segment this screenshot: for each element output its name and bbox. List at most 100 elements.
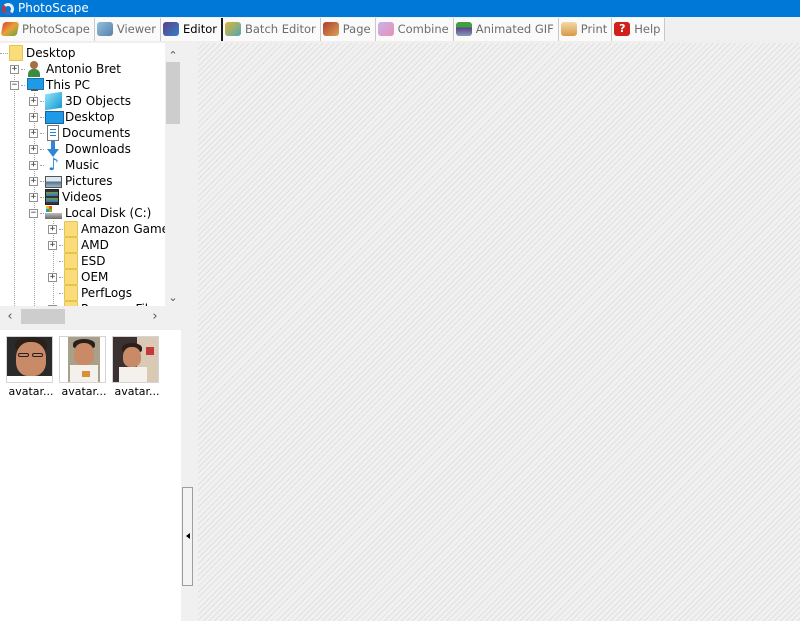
tree-node-label: Amazon Games — [81, 222, 165, 236]
tree-node-pictures[interactable]: + Pictures — [29, 173, 113, 189]
tab-print[interactable]: Print — [558, 17, 613, 41]
scroll-left-icon[interactable]: ‹ — [2, 306, 18, 328]
tree-node-antonio-bret[interactable]: + Antonio Bret — [10, 61, 121, 77]
left-panel: Desktop + Antonio Bret − This PC + 3D Ob… — [0, 43, 181, 621]
tab-photoscape[interactable]: PhotoScape — [0, 17, 95, 41]
folder-icon — [64, 221, 78, 237]
tree-horizontal-scrollbar[interactable]: ‹ › — [0, 306, 165, 328]
expand-plus-icon[interactable]: + — [29, 144, 38, 154]
expand-plus-icon[interactable]: + — [29, 160, 38, 170]
tree-node-esd[interactable]: ESD — [48, 253, 105, 269]
tab-editor[interactable]: Editor — [160, 17, 223, 41]
main-tab-bar: PhotoScape Viewer Editor Batch Editor Pa… — [0, 17, 800, 42]
tab-help[interactable]: ? Help — [612, 17, 666, 41]
tree-node-label: 3D Objects — [65, 94, 132, 108]
tree-connector-line — [14, 67, 15, 306]
tree-vertical-scrollbar[interactable]: ⌃ ⌄ — [165, 43, 181, 306]
tree-dots — [40, 212, 44, 214]
thumbnail-caption: avatar... — [61, 385, 107, 398]
tree-dots — [21, 84, 25, 86]
tab-batch-editor[interactable]: Batch Editor — [223, 17, 321, 41]
tree-dots — [59, 228, 63, 230]
tree-dots — [40, 148, 44, 150]
vertical-scroll-thumb[interactable] — [166, 62, 180, 124]
tab-viewer[interactable]: Viewer — [94, 17, 161, 41]
tree-node-label: This PC — [46, 78, 90, 92]
thumbnail-item[interactable]: avatar... — [6, 336, 56, 398]
thumbnail-caption: avatar... — [114, 385, 160, 398]
animated-gif-icon — [455, 22, 472, 36]
expand-plus-icon[interactable]: + — [10, 64, 19, 74]
expand-plus-icon[interactable]: + — [29, 112, 38, 122]
tree-node-amd[interactable]: + AMD — [48, 237, 109, 253]
photoscape-icon — [0, 22, 20, 36]
arrow-left-icon — [186, 533, 190, 539]
horizontal-scroll-thumb[interactable] — [21, 309, 65, 324]
tree-node-downloads[interactable]: + Downloads — [29, 141, 131, 157]
user-icon — [26, 61, 43, 77]
tab-label: PhotoScape — [22, 22, 90, 36]
thumbnail-image — [59, 336, 106, 383]
tree-node-label: ESD — [81, 254, 106, 268]
thumbnail-image — [112, 336, 159, 383]
tree-node-3d-objects[interactable]: + 3D Objects — [29, 91, 132, 111]
folder-icon — [9, 45, 23, 61]
tree-node-desktop-root[interactable]: Desktop — [0, 45, 76, 61]
collapse-minus-icon[interactable]: − — [29, 208, 38, 218]
tree-dots — [59, 260, 63, 262]
scroll-right-icon[interactable]: › — [147, 306, 163, 328]
tree-node-this-pc[interactable]: − This PC — [10, 77, 90, 93]
tab-animated-gif[interactable]: Animated GIF — [453, 17, 559, 41]
viewer-icon — [96, 22, 113, 36]
tab-combine[interactable]: Combine — [375, 17, 454, 41]
print-icon — [560, 22, 577, 36]
folder-tree: Desktop + Antonio Bret − This PC + 3D Ob… — [0, 43, 165, 306]
music-icon: ♪ — [48, 155, 59, 175]
collapse-minus-icon[interactable]: − — [10, 80, 19, 90]
thumbnail-list: avatar... avatar... avatar... — [0, 330, 181, 621]
expand-plus-icon[interactable]: + — [48, 272, 57, 282]
tree-node-desktop[interactable]: + Desktop — [29, 109, 115, 125]
pictures-icon — [45, 176, 62, 188]
tree-node-music[interactable]: + ♪ Music — [29, 155, 99, 175]
expand-plus-icon[interactable]: + — [29, 96, 38, 106]
thumbnail-caption: avatar... — [8, 385, 54, 398]
folder-icon — [64, 253, 78, 269]
tree-node-label: Pictures — [65, 174, 113, 188]
tab-label: Combine — [397, 22, 449, 36]
tree-dots — [21, 68, 25, 70]
expand-plus-icon[interactable]: + — [29, 128, 38, 138]
folder-icon — [64, 269, 78, 285]
tree-dots — [59, 244, 63, 246]
expand-plus-icon[interactable]: + — [48, 224, 57, 234]
thumbnail-item[interactable]: avatar... — [59, 336, 109, 398]
help-icon: ? — [614, 22, 631, 36]
tree-node-label: PerfLogs — [81, 286, 133, 300]
photoscape-logo-icon — [2, 2, 14, 15]
title-bar: PhotoScape — [0, 0, 800, 17]
computer-icon — [26, 77, 44, 93]
collapse-panel-button[interactable] — [182, 487, 193, 586]
local-disk-icon — [45, 205, 62, 221]
expand-plus-icon[interactable]: + — [48, 240, 57, 250]
thumbnail-item[interactable]: avatar... — [112, 336, 162, 398]
tree-node-perflogs[interactable]: PerfLogs — [48, 285, 132, 301]
tree-dots — [59, 276, 63, 278]
tree-node-oem[interactable]: + OEM — [48, 269, 108, 285]
panel-splitter[interactable] — [181, 43, 198, 621]
expand-plus-icon[interactable]: + — [29, 176, 38, 186]
desktop-icon — [45, 109, 64, 125]
expand-plus-icon[interactable]: + — [29, 192, 38, 202]
combine-icon — [377, 22, 394, 36]
scroll-down-icon[interactable]: ⌄ — [165, 289, 181, 306]
tree-node-local-disk-c[interactable]: − Local Disk (C:) — [29, 205, 151, 221]
tree-node-label: Videos — [62, 190, 102, 204]
tab-page[interactable]: Page — [320, 17, 376, 41]
page-icon — [322, 22, 339, 36]
tree-node-documents[interactable]: + Documents — [29, 125, 130, 141]
tree-node-videos[interactable]: + Videos — [29, 189, 102, 205]
tree-node-amazon-games[interactable]: + Amazon Games — [48, 221, 165, 237]
editor-canvas[interactable] — [198, 43, 800, 621]
tab-label: Print — [580, 22, 608, 36]
tree-dots — [40, 132, 44, 134]
